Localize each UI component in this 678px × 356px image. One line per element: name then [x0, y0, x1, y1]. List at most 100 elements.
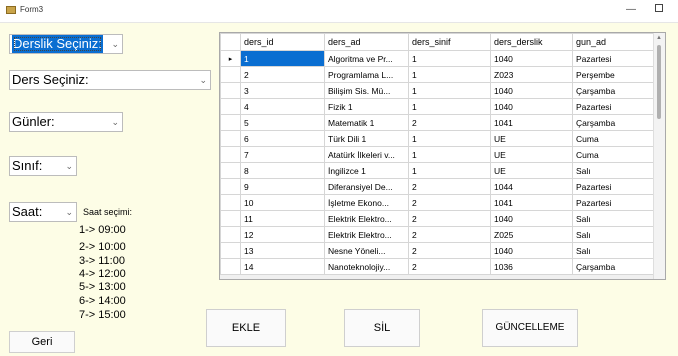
cell-ders-sinif[interactable]: 1: [408, 146, 491, 163]
column-header-ders-ad[interactable]: ders_ad: [324, 33, 409, 51]
cell-ders-sinif[interactable]: 1: [408, 50, 491, 67]
cell-ders-sinif[interactable]: 1: [408, 98, 491, 115]
cell-ders-ad[interactable]: Bilişim Sis. Mü...: [324, 82, 409, 99]
sinif-combobox[interactable]: Sınıf: ⌄: [9, 156, 77, 176]
cell-gun-ad[interactable]: Pazartesi: [572, 194, 655, 211]
cell-ders-ad[interactable]: Diferansiyel De...: [324, 178, 409, 195]
ders-combobox[interactable]: Ders Seçiniz: ⌄: [9, 70, 211, 90]
sil-button[interactable]: SİL: [344, 309, 420, 347]
cell-gun-ad[interactable]: Cuma: [572, 130, 655, 147]
table-row[interactable]: 6 Türk Dili 1 1 UE Cuma: [220, 130, 655, 147]
geri-button[interactable]: Geri: [9, 331, 75, 353]
cell-ders-id[interactable]: 4: [240, 98, 325, 115]
cell-ders-derslik[interactable]: Z025: [490, 226, 573, 243]
cell-gun-ad[interactable]: Pazartesi: [572, 50, 655, 67]
table-row[interactable]: 4 Fizik 1 1 1040 Pazartesi: [220, 98, 655, 115]
table-row[interactable]: 8 İngilizce 1 1 UE Salı: [220, 162, 655, 179]
cell-gun-ad[interactable]: Salı: [572, 226, 655, 243]
cell-ders-id[interactable]: 1: [240, 50, 325, 67]
cell-ders-ad[interactable]: Elektrik Elektro...: [324, 210, 409, 227]
cell-ders-id[interactable]: 7: [240, 146, 325, 163]
cell-ders-ad[interactable]: Programlama L...: [324, 66, 409, 83]
cell-ders-derslik[interactable]: Z023: [490, 66, 573, 83]
cell-ders-derslik[interactable]: 1041: [490, 114, 573, 131]
cell-ders-derslik[interactable]: UE: [490, 146, 573, 163]
table-row[interactable]: 3 Bilişim Sis. Mü... 1 1040 Çarşamba: [220, 82, 655, 99]
cell-gun-ad[interactable]: Salı: [572, 162, 655, 179]
cell-ders-derslik[interactable]: 1041: [490, 194, 573, 211]
cell-ders-ad[interactable]: Türk Dili 1: [324, 130, 409, 147]
cell-gun-ad[interactable]: Pazartesi: [572, 98, 655, 115]
row-header[interactable]: [220, 114, 241, 131]
cell-ders-derslik[interactable]: 1044: [490, 178, 573, 195]
cell-gun-ad[interactable]: Çarşamba: [572, 258, 655, 275]
cell-gun-ad[interactable]: Pazartesi: [572, 178, 655, 195]
table-row[interactable]: 12 Elektrik Elektro... 2 Z025 Salı: [220, 226, 655, 243]
cell-ders-id[interactable]: 2: [240, 66, 325, 83]
cell-ders-id[interactable]: 9: [240, 178, 325, 195]
ekle-button[interactable]: EKLE: [206, 309, 286, 347]
cell-ders-ad[interactable]: Matematik 1: [324, 114, 409, 131]
cell-ders-sinif[interactable]: 1: [408, 162, 491, 179]
table-row[interactable]: 10 İşletme Ekono... 2 1041 Pazartesi: [220, 194, 655, 211]
cell-ders-ad[interactable]: Fizik 1: [324, 98, 409, 115]
column-header-ders-id[interactable]: ders_id: [240, 33, 325, 51]
minimize-button[interactable]: —: [624, 3, 638, 17]
row-header[interactable]: [220, 178, 241, 195]
vertical-scrollbar[interactable]: ▲: [653, 33, 665, 279]
cell-gun-ad[interactable]: Salı: [572, 242, 655, 259]
cell-ders-derslik[interactable]: 1040: [490, 82, 573, 99]
cell-ders-id[interactable]: 8: [240, 162, 325, 179]
scroll-up-icon[interactable]: ▲: [656, 35, 662, 41]
column-header-gun-ad[interactable]: gun_ad: [572, 33, 655, 51]
row-header[interactable]: [220, 194, 241, 211]
cell-ders-ad[interactable]: Algoritma ve Pr...: [324, 50, 409, 67]
table-row[interactable]: 13 Nesne Yöneli... 2 1040 Salı: [220, 242, 655, 259]
cell-ders-derslik[interactable]: UE: [490, 130, 573, 147]
column-header-ders-sinif[interactable]: ders_sinif: [408, 33, 491, 51]
cell-ders-ad[interactable]: Nesne Yöneli...: [324, 242, 409, 259]
cell-ders-sinif[interactable]: 2: [408, 258, 491, 275]
column-header-ders-derslik[interactable]: ders_derslik: [490, 33, 573, 51]
cell-ders-sinif[interactable]: 2: [408, 210, 491, 227]
cell-ders-derslik[interactable]: 1040: [490, 210, 573, 227]
table-row[interactable]: 14 Nanoteknolojiy... 2 1036 Çarşamba: [220, 258, 655, 275]
cell-ders-sinif[interactable]: 2: [408, 226, 491, 243]
cell-ders-id[interactable]: 13: [240, 242, 325, 259]
cell-ders-ad[interactable]: Nanoteknolojiy...: [324, 258, 409, 275]
cell-ders-id[interactable]: 3: [240, 82, 325, 99]
table-row[interactable]: 9 Diferansiyel De... 2 1044 Pazartesi: [220, 178, 655, 195]
cell-ders-sinif[interactable]: 2: [408, 242, 491, 259]
cell-ders-sinif[interactable]: 1: [408, 66, 491, 83]
row-header[interactable]: [220, 162, 241, 179]
cell-ders-id[interactable]: 6: [240, 130, 325, 147]
cell-ders-derslik[interactable]: 1040: [490, 98, 573, 115]
ders-data-grid[interactable]: ders_id ders_ad ders_sinif ders_derslik gun_…: [219, 32, 666, 280]
cell-ders-id[interactable]: 12: [240, 226, 325, 243]
table-row[interactable]: 5 Matematik 1 2 1041 Çarşamba: [220, 114, 655, 131]
cell-ders-sinif[interactable]: 1: [408, 82, 491, 99]
cell-ders-ad[interactable]: Elektrik Elektro...: [324, 226, 409, 243]
cell-ders-id[interactable]: 10: [240, 194, 325, 211]
cell-ders-ad[interactable]: İşletme Ekono...: [324, 194, 409, 211]
cell-ders-derslik[interactable]: UE: [490, 162, 573, 179]
cell-ders-sinif[interactable]: 2: [408, 194, 491, 211]
row-header[interactable]: [220, 146, 241, 163]
cell-gun-ad[interactable]: Çarşamba: [572, 82, 655, 99]
cell-ders-derslik[interactable]: 1040: [490, 242, 573, 259]
table-row[interactable]: 2 Programlama L... 1 Z023 Perşembe: [220, 66, 655, 83]
cell-ders-derslik[interactable]: 1040: [490, 50, 573, 67]
cell-ders-derslik[interactable]: 1036: [490, 258, 573, 275]
row-header[interactable]: [220, 258, 241, 275]
maximize-button[interactable]: [652, 3, 666, 17]
table-row[interactable]: 7 Atatürk İlkeleri v... 1 UE Cuma: [220, 146, 655, 163]
cell-gun-ad[interactable]: Salı: [572, 210, 655, 227]
cell-ders-sinif[interactable]: 1: [408, 130, 491, 147]
row-header[interactable]: [220, 66, 241, 83]
cell-ders-id[interactable]: 14: [240, 258, 325, 275]
scrollbar-thumb[interactable]: [657, 45, 661, 119]
table-row[interactable]: 11 Elektrik Elektro... 2 1040 Salı: [220, 210, 655, 227]
cell-ders-sinif[interactable]: 2: [408, 178, 491, 195]
derslik-combobox[interactable]: Derslik Seçiniz: ⌄: [9, 34, 123, 54]
row-header[interactable]: [220, 82, 241, 99]
